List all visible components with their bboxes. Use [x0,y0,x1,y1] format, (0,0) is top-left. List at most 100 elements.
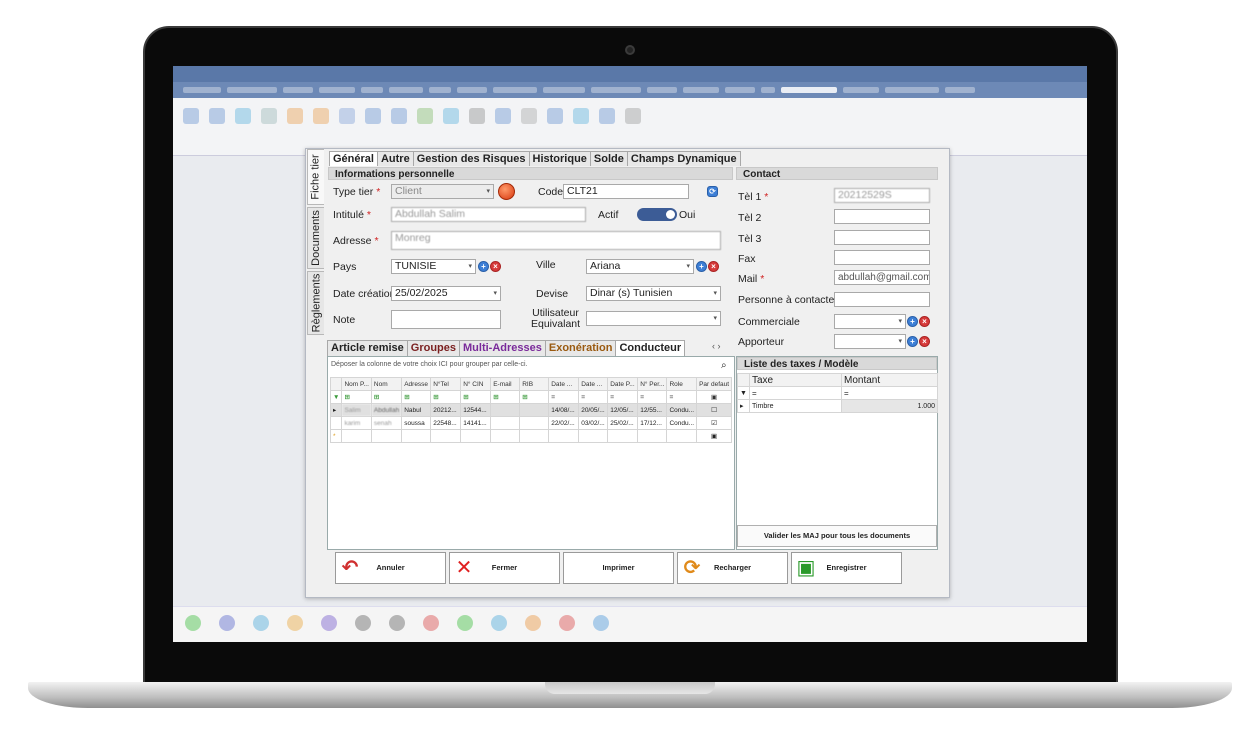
tab-solde[interactable]: Solde [589,151,628,166]
table-cell[interactable] [490,403,521,417]
tax-name[interactable]: Timbre [749,399,842,413]
default-checkbox[interactable]: ☐ [696,403,733,417]
toolbar-icon[interactable] [365,108,381,124]
table-cell[interactable]: 12/55... [637,403,668,417]
tel1-field[interactable]: 20212529S [834,188,930,203]
column-header[interactable]: Date ... [578,377,609,391]
menu-item[interactable] [761,87,775,93]
tab-gestion-risques[interactable]: Gestion des Risques [412,151,530,166]
vtab-reglements[interactable]: Règlements [307,271,324,335]
table-cell[interactable]: 03/02/... [578,416,609,430]
valider-maj-button[interactable]: Valider les MAJ pour tous les documents [737,525,937,547]
tab-article-remise[interactable]: Article remise [327,340,408,356]
menu-item[interactable] [227,87,277,93]
toolbar-icon[interactable] [339,108,355,124]
commerciale-clear-icon[interactable]: × [919,316,930,327]
toolbar-icon[interactable] [495,108,511,124]
table-cell[interactable]: Abdullah [370,403,403,417]
launch-icon[interactable] [593,615,609,631]
menu-item[interactable] [591,87,641,93]
launch-icon[interactable] [559,615,575,631]
tab-groupes[interactable]: Groupes [406,340,460,356]
filter-cell[interactable]: = [607,390,639,404]
launch-icon[interactable] [253,615,269,631]
column-header[interactable]: Date ... [548,377,580,391]
ville-clear-icon[interactable]: × [708,261,719,272]
mail-field[interactable]: abdullah@gmail.com [834,270,930,285]
column-header[interactable]: Adresse [401,377,432,391]
filter-cell[interactable]: = [749,386,842,400]
toolbar-icon[interactable] [521,108,537,124]
column-header[interactable]: Taxe [749,373,842,387]
toolbar-icon[interactable] [573,108,589,124]
toolbar-icon[interactable] [209,108,225,124]
menu-item[interactable] [945,87,975,93]
table-cell[interactable]: 25/02/... [607,416,639,430]
table-cell[interactable] [490,416,521,430]
table-cell[interactable]: Salim [341,403,372,417]
default-checkbox[interactable]: ▣ [696,429,733,443]
menu-item-active[interactable] [781,87,837,93]
column-header[interactable]: Role [666,377,698,391]
menu-item[interactable] [389,87,423,93]
launch-icon[interactable] [185,615,201,631]
menu-item[interactable] [543,87,585,93]
launch-icon[interactable] [321,615,337,631]
commerciale-select[interactable]: ▾ [834,314,906,329]
table-cell[interactable]: 12544... [460,403,492,417]
table-row[interactable]: karim senah soussa 22548... 14141... 22/… [329,416,733,430]
filter-cell[interactable]: ⊞ [401,390,432,404]
annuler-button[interactable]: ↶ Annuler [335,552,446,584]
menu-item[interactable] [283,87,313,93]
recharger-button[interactable]: ⟳ Recharger [677,552,788,584]
pays-add-icon[interactable]: + [478,261,489,272]
menu-item[interactable] [885,87,939,93]
ville-select[interactable]: Ariana ▾ [586,259,694,274]
code-field[interactable]: CLT21 [563,184,689,199]
filter-cell[interactable]: ⊞ [460,390,492,404]
toolbar-icon[interactable] [469,108,485,124]
column-header[interactable]: Date P... [607,377,639,391]
column-header[interactable]: E-mail [490,377,521,391]
launch-icon[interactable] [389,615,405,631]
launch-icon[interactable] [219,615,235,631]
table-cell[interactable]: 20212... [430,403,462,417]
filter-checkbox[interactable]: ▣ [696,390,733,404]
column-header[interactable]: Nom [370,377,403,391]
menu-item[interactable] [493,87,537,93]
table-cell[interactable]: Condu... [666,403,698,417]
tab-general[interactable]: Général [329,151,378,166]
imprimer-button[interactable]: Imprimer [563,552,674,584]
launch-icon[interactable] [423,615,439,631]
filter-cell[interactable]: = [548,390,580,404]
tab-champs-dynamique[interactable]: Champs Dynamique [626,151,741,166]
tab-multi-adresses[interactable]: Multi-Adresses [459,340,546,356]
table-cell[interactable]: 14/08/... [548,403,580,417]
filter-cell[interactable]: ⊞ [490,390,521,404]
menu-item[interactable] [647,87,677,93]
table-cell[interactable]: Nabul [401,403,432,417]
status-orb-icon[interactable] [498,183,515,200]
filter-icon[interactable]: ▼ [329,390,343,404]
filter-cell[interactable]: = [666,390,698,404]
filter-cell[interactable]: ⊞ [341,390,372,404]
tel3-field[interactable] [834,230,930,245]
menu-item[interactable] [457,87,487,93]
pays-clear-icon[interactable]: × [490,261,501,272]
toolbar-icon[interactable] [391,108,407,124]
table-cell[interactable]: 14141... [460,416,492,430]
actif-toggle[interactable] [637,208,677,221]
menu-item[interactable] [725,87,755,93]
adresse-field[interactable]: Monreg [391,231,721,250]
column-header[interactable]: Montant [841,373,938,387]
launch-icon[interactable] [355,615,371,631]
apporteur-select[interactable]: ▾ [834,334,906,349]
toolbar-icon[interactable] [625,108,641,124]
table-cell[interactable]: 17/12... [637,416,668,430]
column-header[interactable]: N° CIN [460,377,492,391]
table-cell[interactable]: senah [370,416,403,430]
launch-icon[interactable] [457,615,473,631]
filter-cell[interactable]: ⊞ [519,390,550,404]
filter-cell[interactable]: ⊞ [370,390,403,404]
date-creation-field[interactable]: 25/02/2025 ▾ [391,286,501,301]
